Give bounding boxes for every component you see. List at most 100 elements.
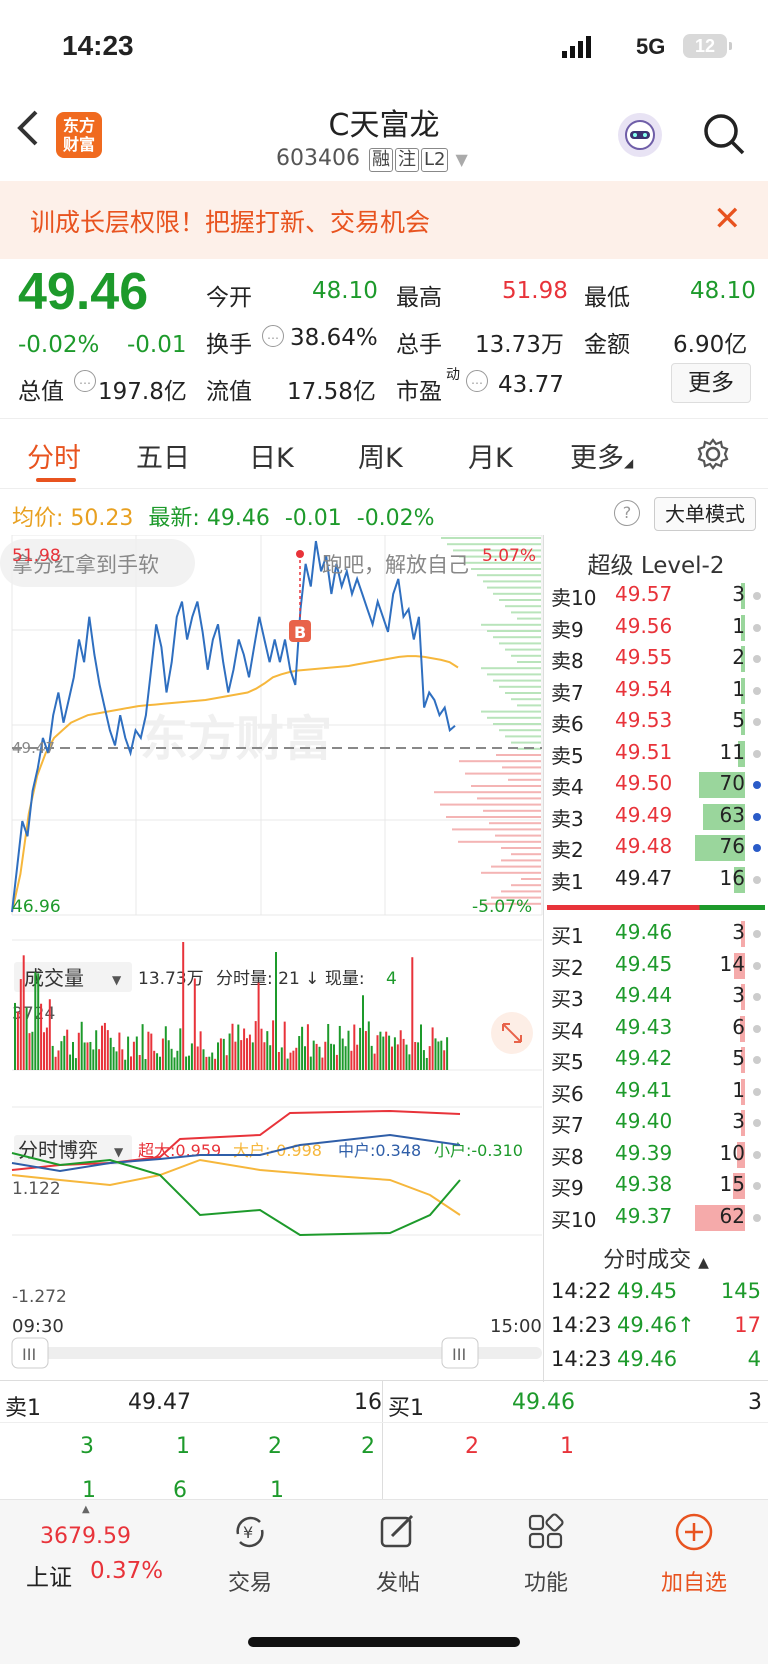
volume-bar bbox=[170, 1048, 173, 1070]
ask-row[interactable]: 卖5 49.51 11 bbox=[547, 740, 765, 770]
bid-row[interactable]: 买1 49.46 3 bbox=[547, 920, 765, 950]
bid-price: 49.38 bbox=[615, 1172, 673, 1196]
stock-code-line[interactable]: 603406 融注 L2 ▼ bbox=[276, 146, 468, 172]
chevron-down-icon[interactable]: ▼ bbox=[455, 150, 467, 169]
bid-label: 买9 bbox=[551, 1176, 584, 1200]
ask-row[interactable]: 卖6 49.53 5 bbox=[547, 708, 765, 738]
tab-intraday[interactable]: 分时 bbox=[27, 436, 81, 475]
promo-banner[interactable]: 训成长层权限！把握打新、交易机会 ✕ bbox=[0, 181, 768, 259]
trade-time: 14:22 bbox=[551, 1279, 612, 1303]
volume-bar bbox=[217, 1042, 219, 1070]
yuan-exchange-icon[interactable]: ¥ bbox=[230, 1512, 270, 1552]
volume-bar bbox=[234, 1041, 237, 1070]
volume-bar bbox=[147, 1031, 150, 1070]
game-max-label: 1.122 bbox=[12, 1179, 61, 1199]
battery-icon: 12 bbox=[683, 34, 732, 58]
volume-bar bbox=[411, 957, 414, 1070]
depth-bar bbox=[481, 710, 541, 713]
ask-row[interactable]: 卖4 49.50 70 bbox=[547, 771, 765, 801]
dot-icon bbox=[753, 875, 761, 884]
close-icon[interactable]: ✕ bbox=[713, 199, 742, 239]
gear-icon[interactable] bbox=[697, 438, 729, 474]
dot-icon bbox=[753, 1182, 761, 1190]
bid-row[interactable]: 买4 49.43 6 bbox=[547, 1015, 765, 1045]
volume-bar bbox=[295, 1047, 298, 1070]
depth-bar bbox=[477, 797, 541, 800]
volume-bar bbox=[101, 1025, 103, 1070]
bid-volume: 3 bbox=[732, 1109, 745, 1133]
more-button[interactable]: 更多 bbox=[671, 363, 751, 403]
ask-row[interactable]: 卖9 49.56 1 bbox=[547, 614, 765, 644]
current-price: 49.46 bbox=[18, 263, 149, 321]
ask-row[interactable]: 卖1 49.47 16 bbox=[547, 866, 765, 896]
tab-more[interactable]: 更多◢ bbox=[570, 436, 633, 475]
volume-bar bbox=[376, 1035, 379, 1070]
intraday-chart[interactable]: 东方财富 B 拿分红拿到手软 跑吧，解放自己 51.98 46.96 49.47… bbox=[0, 535, 545, 1375]
tab-monthly-k[interactable]: 月K bbox=[468, 436, 513, 475]
high-label: 最高 bbox=[396, 285, 442, 311]
bid-row[interactable]: 买9 49.38 15 bbox=[547, 1172, 765, 1202]
ask-price: 49.53 bbox=[615, 708, 673, 732]
ask-row[interactable]: 卖2 49.48 76 bbox=[547, 834, 765, 864]
volume-bar bbox=[135, 1036, 138, 1070]
divider bbox=[382, 1381, 383, 1499]
ask-label: 卖8 bbox=[551, 649, 584, 673]
ask-row[interactable]: 卖7 49.54 1 bbox=[547, 677, 765, 707]
ask-label: 卖1 bbox=[551, 869, 584, 894]
bid-row[interactable]: 买7 49.40 3 bbox=[547, 1109, 765, 1139]
tab-weekly-k[interactable]: 周K bbox=[358, 436, 403, 475]
big-order-mode-button[interactable]: 大单模式 bbox=[654, 497, 756, 531]
bid-row[interactable]: 买5 49.42 5 bbox=[547, 1046, 765, 1076]
divider bbox=[0, 1422, 768, 1423]
index-change[interactable]: 0.37% bbox=[90, 1558, 163, 1584]
ask-price: 49.50 bbox=[615, 771, 673, 795]
index-value[interactable]: 3679.59 bbox=[40, 1524, 131, 1549]
tab-trade[interactable]: 交易 bbox=[200, 1565, 300, 1597]
info-icon[interactable]: … bbox=[262, 325, 284, 347]
help-icon[interactable]: ? bbox=[614, 500, 640, 526]
volume-bar bbox=[228, 1033, 231, 1070]
tab-daily-k[interactable]: 日K bbox=[249, 436, 294, 475]
bid-row[interactable]: 买10 49.37 62 bbox=[547, 1204, 765, 1234]
order-book-title[interactable]: 超级 Level-2 bbox=[545, 546, 767, 580]
volume-bar bbox=[167, 1040, 170, 1070]
ask-row[interactable]: 卖10 49.57 3 bbox=[547, 582, 765, 612]
edit-post-icon[interactable] bbox=[378, 1512, 418, 1552]
bid-row[interactable]: 买8 49.39 10 bbox=[547, 1141, 765, 1171]
ask-row[interactable]: 卖3 49.49 63 bbox=[547, 803, 765, 833]
ask-row[interactable]: 卖8 49.55 2 bbox=[547, 645, 765, 675]
tab-add-watchlist[interactable]: 加自选 bbox=[644, 1565, 744, 1597]
volume-bar bbox=[422, 1050, 425, 1070]
bid-row[interactable]: 买3 49.44 3 bbox=[547, 983, 765, 1013]
trades-title[interactable]: 分时成交 ▲ bbox=[545, 1242, 767, 1274]
volume-bar bbox=[156, 1053, 159, 1070]
depth-bar bbox=[481, 623, 541, 626]
volume-bar bbox=[370, 1045, 373, 1070]
volume-bar bbox=[141, 1024, 144, 1070]
depth-bar bbox=[481, 871, 541, 874]
chevron-up-icon[interactable]: ▲ bbox=[82, 1504, 90, 1515]
volume-bar bbox=[45, 1027, 48, 1070]
latest-pct: -0.02% bbox=[356, 506, 435, 531]
search-icon[interactable] bbox=[702, 112, 746, 156]
tab-functions[interactable]: 功能 bbox=[496, 1565, 596, 1597]
volume-bar bbox=[161, 1038, 164, 1070]
tab-post[interactable]: 发帖 bbox=[348, 1565, 448, 1597]
dot-icon bbox=[753, 1213, 761, 1222]
volume-bar bbox=[43, 1032, 45, 1070]
volume-bar bbox=[144, 1059, 147, 1070]
depth-bar bbox=[493, 592, 541, 595]
bid-row[interactable]: 买2 49.45 14 bbox=[547, 952, 765, 982]
grid-apps-icon[interactable] bbox=[526, 1512, 566, 1552]
bid-row[interactable]: 买6 49.41 1 bbox=[547, 1078, 765, 1108]
tab-five-day[interactable]: 五日 bbox=[136, 436, 190, 475]
depth-bar bbox=[496, 754, 541, 756]
robot-assistant-icon[interactable] bbox=[618, 113, 662, 157]
volume-bar bbox=[199, 1031, 202, 1070]
trade-time: 14:23 bbox=[551, 1313, 612, 1337]
info-icon[interactable]: … bbox=[74, 370, 96, 392]
index-name[interactable]: 上证 bbox=[26, 1558, 72, 1592]
add-circle-icon[interactable] bbox=[674, 1512, 714, 1552]
volume-bar bbox=[414, 1042, 417, 1070]
info-icon[interactable]: … bbox=[466, 370, 488, 392]
